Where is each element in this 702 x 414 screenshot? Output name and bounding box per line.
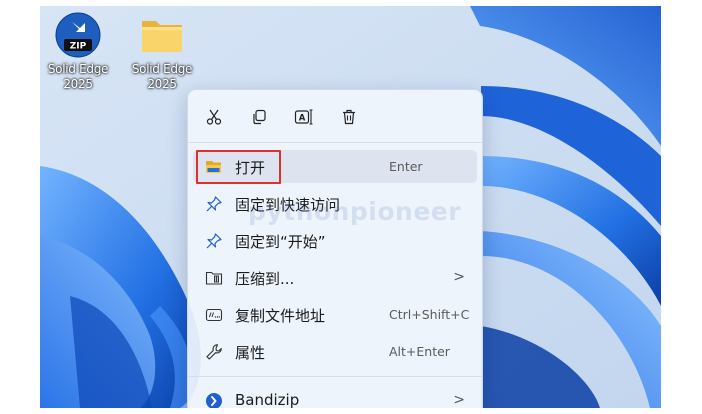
archive-icon — [205, 269, 223, 287]
copy-icon — [253, 109, 266, 125]
copy-button[interactable] — [244, 102, 274, 132]
delete-button[interactable] — [334, 102, 364, 132]
wrench-icon — [205, 343, 223, 361]
menu-item-bandizip[interactable]: Bandizip > — [193, 384, 477, 408]
scissors-icon — [206, 109, 222, 125]
menu-item-shortcut: Enter — [389, 159, 423, 174]
bandizip-icon — [205, 392, 223, 408]
desktop-icon-folder[interactable]: Solid Edge 2025 — [124, 12, 200, 92]
menu-item-compress[interactable]: 压缩到... > — [193, 261, 477, 294]
path-icon — [205, 306, 223, 324]
menu-item-open[interactable]: 打开 Enter — [193, 150, 477, 183]
folder-open-icon — [205, 158, 223, 176]
rename-button[interactable]: A — [289, 102, 319, 132]
desktop-icon-zip[interactable]: ZIP Solid Edge 2025 — [40, 12, 116, 92]
menu-item-label: 打开 — [235, 159, 266, 177]
menu-item-label: 压缩到... — [235, 270, 295, 288]
svg-text:A: A — [299, 114, 306, 124]
pin-icon — [205, 195, 223, 213]
menu-item-label: 复制文件地址 — [235, 307, 326, 325]
folder-icon — [139, 12, 185, 58]
menu-item-properties[interactable]: 属性 Alt+Enter — [193, 335, 477, 368]
menu-item-shortcut: Ctrl+Shift+C — [389, 307, 470, 322]
menu-item-label: 固定到快速访问 — [235, 196, 341, 214]
menu-item-label: 固定到“开始” — [235, 233, 326, 251]
menu-separator — [188, 376, 482, 377]
menu-item-label: Bandizip — [235, 391, 300, 408]
rename-icon: A — [294, 109, 313, 125]
cut-button[interactable] — [199, 102, 229, 132]
zip-badge: ZIP — [70, 42, 87, 52]
menu-item-pin-start[interactable]: 固定到“开始” — [193, 224, 477, 257]
pin-icon — [205, 232, 223, 250]
context-menu: A 打开 Enter 固定到快速访问 固定到“开始” 压缩到... > 复制文件… — [187, 89, 483, 408]
context-menu-toolbar: A — [188, 102, 482, 132]
menu-item-pin-quick-access[interactable]: 固定到快速访问 — [193, 187, 477, 220]
menu-item-label: 属性 — [235, 344, 266, 362]
desktop-icon-label: Solid Edge 2025 — [47, 62, 109, 91]
chevron-right-icon: > — [453, 392, 465, 408]
menu-separator — [188, 142, 482, 143]
zip-archive-icon: ZIP — [55, 12, 101, 58]
screenshot-frame: ZIP Solid Edge 2025 Solid Edge 2025 A 打开… — [40, 6, 661, 408]
chevron-right-icon: > — [453, 269, 465, 285]
trash-icon — [343, 109, 355, 125]
menu-item-copy-path[interactable]: 复制文件地址 Ctrl+Shift+C — [193, 298, 477, 331]
desktop-icon-label: Solid Edge 2025 — [131, 62, 193, 91]
menu-item-shortcut: Alt+Enter — [389, 344, 450, 359]
